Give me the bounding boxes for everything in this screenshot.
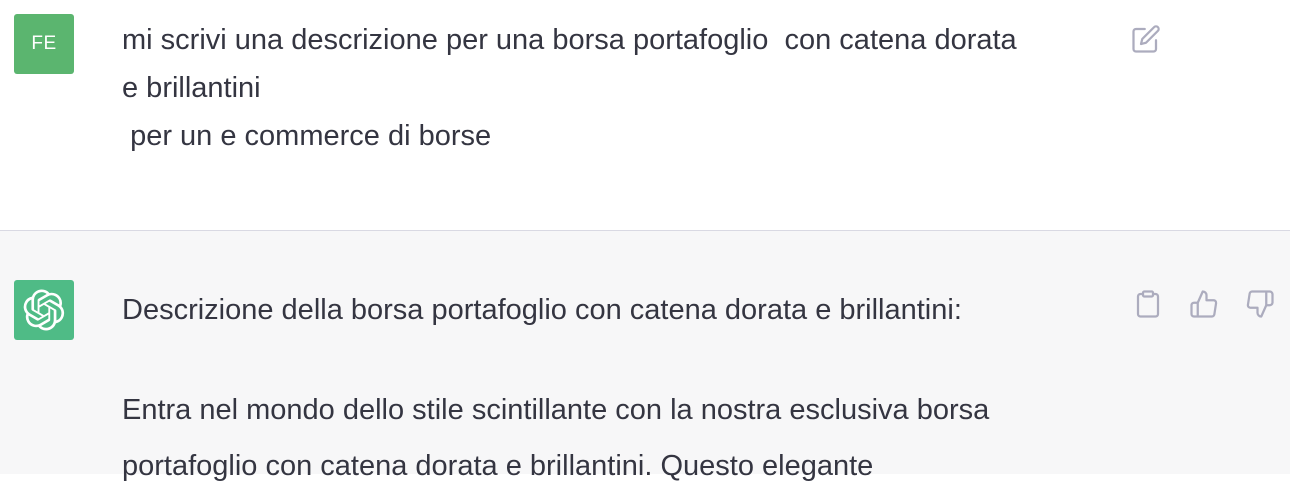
user-avatar: FE bbox=[14, 14, 74, 74]
assistant-response-paragraph: Entra nel mondo dello stile scintillante… bbox=[122, 394, 990, 482]
assistant-avatar bbox=[14, 280, 74, 340]
edit-icon bbox=[1132, 25, 1160, 53]
user-message-row: FE mi scrivi una descrizione per una bor… bbox=[0, 0, 1290, 231]
clipboard-icon bbox=[1136, 290, 1160, 318]
assistant-response-title: Descrizione della borsa portafoglio con … bbox=[122, 294, 962, 326]
openai-logo-icon bbox=[23, 289, 65, 331]
edit-message-button[interactable] bbox=[1128, 21, 1164, 57]
copy-button[interactable] bbox=[1130, 286, 1166, 322]
thumbs-down-icon bbox=[1246, 290, 1274, 318]
thumbs-up-icon bbox=[1190, 290, 1218, 318]
thumbs-up-button[interactable] bbox=[1186, 286, 1222, 322]
thumbs-down-button[interactable] bbox=[1242, 286, 1278, 322]
user-message-text: mi scrivi una descrizione per una borsa … bbox=[122, 24, 1017, 152]
user-avatar-initials: FE bbox=[31, 33, 57, 54]
